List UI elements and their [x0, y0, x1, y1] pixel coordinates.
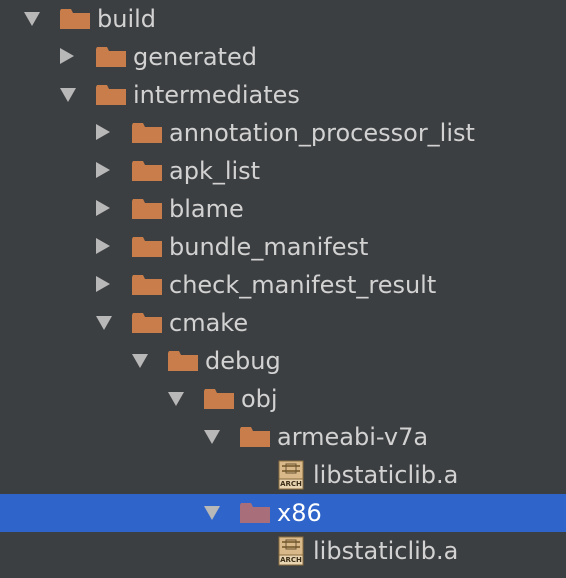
tree-item-label: cmake — [169, 309, 249, 337]
tree-row-bundle-manifest[interactable]: bundle_manifest — [0, 228, 566, 266]
chevron-down-icon[interactable] — [60, 88, 76, 102]
folder-icon — [204, 389, 234, 409]
tree-item-label: blame — [169, 195, 244, 223]
tree-row-obj[interactable]: obj — [0, 380, 566, 418]
tree-row-build[interactable]: build — [0, 0, 566, 38]
tree-row-libstaticlib-a[interactable]: ARCH libstaticlib.a — [0, 456, 566, 494]
tree-item-label: intermediates — [133, 81, 300, 109]
folder-icon — [60, 9, 90, 29]
tree-row-annotation-processor-list[interactable]: annotation_processor_list — [0, 114, 566, 152]
tree-item-label: libstaticlib.a — [313, 537, 459, 565]
tree-row-check-manifest-result[interactable]: check_manifest_result — [0, 266, 566, 304]
chevron-down-icon[interactable] — [168, 392, 184, 406]
tree-row-libstaticlib-a[interactable]: ARCH libstaticlib.a — [0, 532, 566, 570]
folder-icon — [132, 275, 162, 295]
tree-item-label: annotation_processor_list — [169, 119, 475, 147]
tree-row-armeabi-v7a[interactable]: armeabi-v7a — [0, 418, 566, 456]
folder-icon — [96, 85, 126, 105]
tree-item-label: armeabi-v7a — [277, 423, 429, 451]
tree-row-debug[interactable]: debug — [0, 342, 566, 380]
tree-row-intermediates[interactable]: intermediates — [0, 76, 566, 114]
folder-icon — [132, 199, 162, 219]
project-tree[interactable]: build generated intermediates annotation_pr… — [0, 0, 566, 578]
chevron-right-icon[interactable] — [96, 124, 110, 140]
folder-icon — [132, 123, 162, 143]
tree-item-label: build — [97, 5, 157, 33]
archive-file-icon: ARCH — [278, 536, 304, 566]
tree-item-label: apk_list — [169, 157, 261, 185]
folder-icon — [240, 427, 270, 447]
tree-row-x86[interactable]: x86 — [0, 494, 566, 532]
tree-row-blame[interactable]: blame — [0, 190, 566, 228]
chevron-down-icon[interactable] — [132, 354, 148, 368]
folder-icon — [132, 237, 162, 257]
tree-item-label: x86 — [277, 499, 322, 527]
folder-icon — [96, 47, 126, 67]
chevron-right-icon[interactable] — [96, 162, 110, 178]
tree-item-label: libstaticlib.a — [313, 461, 459, 489]
chevron-down-icon[interactable] — [204, 506, 220, 520]
folder-icon — [132, 313, 162, 333]
chevron-right-icon[interactable] — [60, 48, 74, 64]
chevron-down-icon[interactable] — [204, 430, 220, 444]
archive-badge-label: ARCH — [280, 556, 302, 564]
tree-item-label: obj — [241, 385, 278, 413]
chevron-right-icon[interactable] — [96, 200, 110, 216]
folder-icon — [240, 503, 270, 523]
folder-icon — [168, 351, 198, 371]
chevron-down-icon[interactable] — [24, 12, 40, 26]
chevron-right-icon[interactable] — [96, 276, 110, 292]
tree-item-label: debug — [205, 347, 281, 375]
archive-badge-label: ARCH — [280, 480, 302, 488]
tree-item-label: generated — [133, 43, 257, 71]
chevron-down-icon[interactable] — [96, 316, 112, 330]
tree-row-apk-list[interactable]: apk_list — [0, 152, 566, 190]
tree-item-label: bundle_manifest — [169, 233, 369, 261]
folder-icon — [132, 161, 162, 181]
chevron-right-icon[interactable] — [96, 238, 110, 254]
archive-file-icon: ARCH — [278, 460, 304, 490]
tree-row-generated[interactable]: generated — [0, 38, 566, 76]
tree-item-label: check_manifest_result — [169, 271, 437, 299]
tree-row-cmake[interactable]: cmake — [0, 304, 566, 342]
